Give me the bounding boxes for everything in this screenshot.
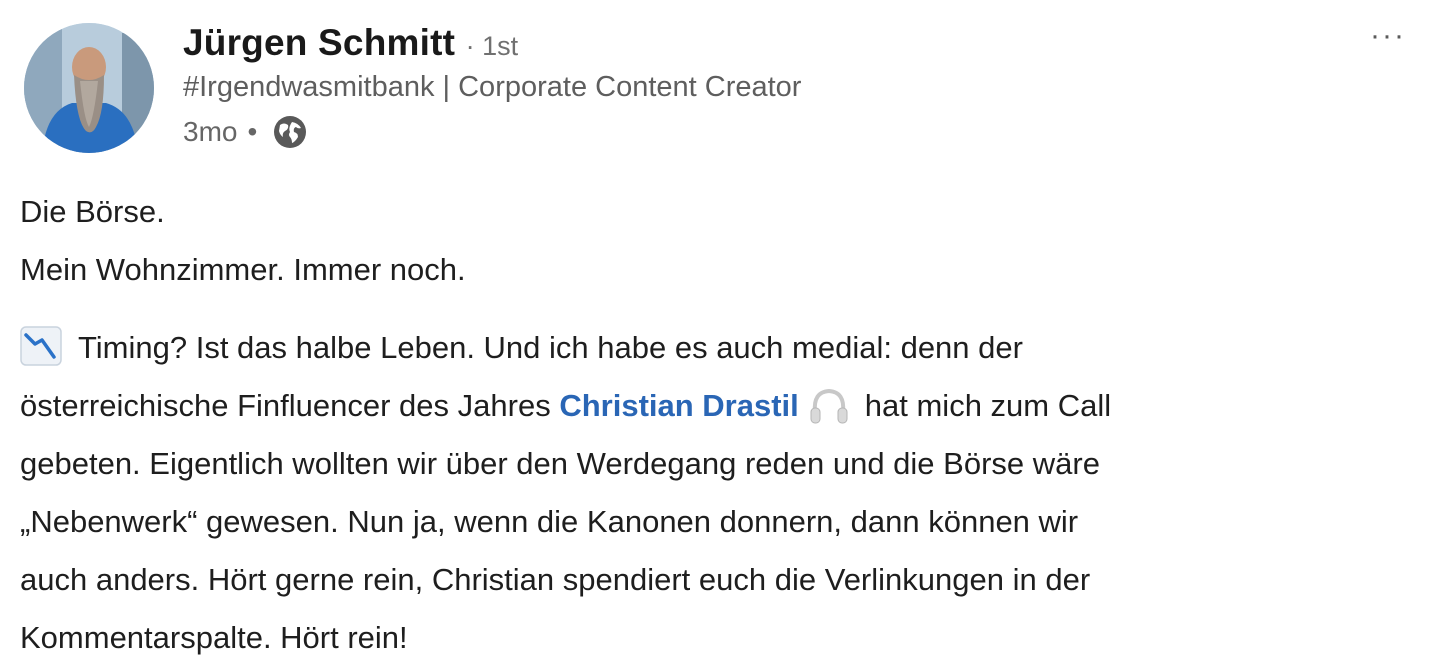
post-card: Jürgen Schmitt · 1st #Irgendwasmitbank |… xyxy=(0,0,1440,656)
post-body: Die Börse. Mein Wohnzimmer. Immer noch. … xyxy=(20,183,1425,667)
post-line: Kommentarspalte. Hört rein! xyxy=(20,620,408,655)
post-line: Die Börse. xyxy=(20,194,165,229)
post-line: Mein Wohnzimmer. Immer noch. xyxy=(20,252,466,287)
headphones-icon xyxy=(807,386,851,426)
author-line: Jürgen Schmitt · 1st xyxy=(183,22,518,64)
avatar[interactable] xyxy=(24,23,154,153)
post-text: österreichische Finfluencer des Jahres xyxy=(20,388,551,423)
chart-decreasing-icon xyxy=(20,326,62,366)
post-time[interactable]: 3mo xyxy=(183,116,237,148)
author-name[interactable]: Jürgen Schmitt xyxy=(183,22,455,63)
post-line: gebeten. Eigentlich wollten wir über den… xyxy=(20,446,1100,481)
post-line: österreichische Finfluencer des Jahres C… xyxy=(20,377,1425,435)
post-line: „Nebenwerk“ gewesen. Nun ja, wenn die Ka… xyxy=(20,504,1079,539)
post-line: Timing? Ist das halbe Leben. Und ich hab… xyxy=(20,319,1425,377)
mention-link[interactable]: Christian Drastil xyxy=(559,388,798,423)
post-text: hat mich zum Call xyxy=(864,388,1112,423)
post-text: Timing? Ist das halbe Leben. Und ich hab… xyxy=(78,330,1023,365)
meta-separator: • xyxy=(247,116,258,147)
connection-degree: · 1st xyxy=(465,31,519,61)
post-line: auch anders. Hört gerne rein, Christian … xyxy=(20,562,1091,597)
author-headline: #Irgendwasmitbank | Corporate Content Cr… xyxy=(183,71,802,103)
post-meta: 3mo • xyxy=(183,113,309,151)
globe-icon xyxy=(271,113,309,151)
more-options-button[interactable]: ··· xyxy=(1370,21,1406,51)
